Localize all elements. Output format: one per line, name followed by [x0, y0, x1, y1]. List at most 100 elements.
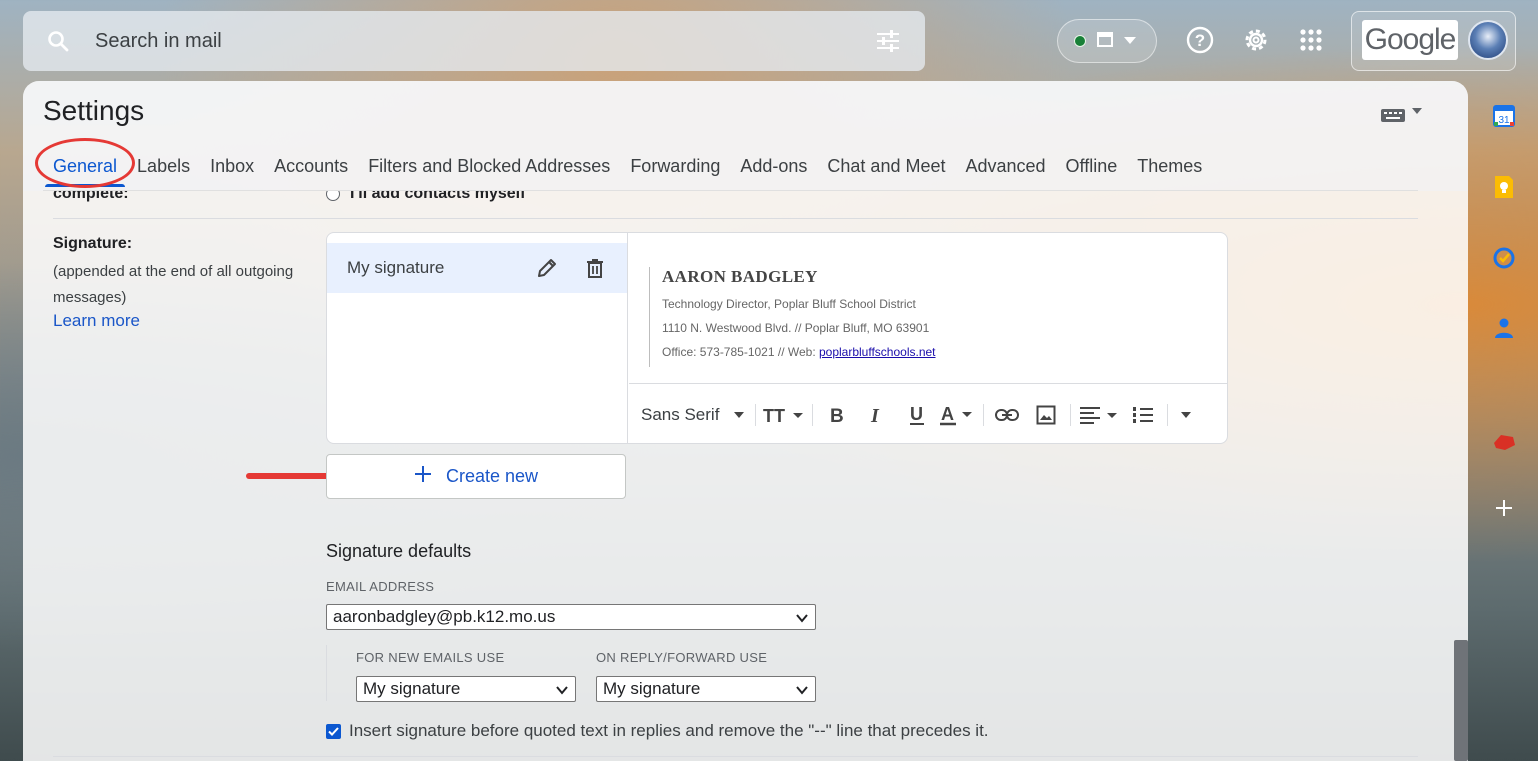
font-size-icon[interactable]: TT: [760, 399, 808, 431]
signature-contact-text: Office: 573-785-1021 // Web: poplarbluff…: [662, 345, 936, 359]
signature-content: AARON BADGLEY Technology Director, Popla…: [649, 267, 936, 367]
new-emails-value: My signature: [363, 679, 461, 698]
chevron-down-icon: [795, 682, 809, 696]
search-input[interactable]: Search in mail: [95, 30, 873, 53]
keyboard-icon[interactable]: [1380, 103, 1426, 125]
signature-editor: My signature AARON BADGLEY Technology Di…: [326, 232, 1228, 444]
tab-labels[interactable]: Labels: [127, 154, 200, 190]
pencil-icon[interactable]: [535, 256, 559, 280]
chevron-down-icon: [795, 610, 809, 624]
contacts-radio-option[interactable]: I'll add contacts myself: [326, 191, 525, 203]
signature-preview[interactable]: AARON BADGLEY Technology Director, Popla…: [629, 233, 1227, 383]
formatting-toolbar: Sans Serif TT B I U A: [629, 383, 1227, 443]
defaults-indent-bar: [326, 645, 327, 701]
more-formatting-icon[interactable]: [1172, 399, 1200, 431]
status-selector[interactable]: [1057, 19, 1157, 63]
toolbar-divider: [812, 403, 813, 426]
plus-icon: [414, 465, 432, 488]
new-emails-select[interactable]: My signature: [356, 676, 576, 702]
page-title: Settings: [43, 95, 145, 126]
signature-description: (appended at the end of all outgoing mes…: [53, 263, 294, 306]
tab-forwarding[interactable]: Forwarding: [620, 154, 730, 190]
settings-header: Settings General Labels Inbox Accounts F…: [23, 81, 1468, 191]
row-divider: [53, 218, 1418, 219]
signature-web-link[interactable]: poplarbluffschools.net: [819, 345, 936, 359]
email-address-label: EMAIL ADDRESS: [326, 579, 435, 594]
scrollbar-thumb[interactable]: [1454, 640, 1468, 761]
text-color-icon[interactable]: A: [937, 399, 979, 431]
email-address-select[interactable]: aaronbadgley@pb.k12.mo.us: [326, 604, 816, 630]
toolbar-divider: [1070, 403, 1071, 426]
tab-inbox[interactable]: Inbox: [200, 154, 264, 190]
signature-office-text: Office: 573-785-1021 // Web:: [662, 345, 819, 359]
gear-icon[interactable]: [1240, 24, 1272, 56]
svg-text:?: ?: [1195, 31, 1205, 50]
font-selector[interactable]: Sans Serif: [641, 399, 727, 431]
tab-chat-and-meet[interactable]: Chat and Meet: [817, 154, 955, 190]
insert-signature-label: Insert signature before quoted text in r…: [349, 721, 989, 740]
search-bar[interactable]: Search in mail: [23, 11, 925, 71]
svg-text:TT: TT: [763, 406, 785, 425]
tab-add-ons[interactable]: Add-ons: [730, 154, 817, 190]
signature-list-item[interactable]: My signature: [327, 243, 627, 293]
svg-text:I: I: [870, 405, 880, 425]
create-new-button[interactable]: Create new: [326, 454, 626, 499]
help-icon[interactable]: ?: [1184, 24, 1216, 56]
link-icon[interactable]: [988, 399, 1026, 431]
insert-signature-checkbox[interactable]: [326, 723, 341, 739]
search-icon[interactable]: [45, 28, 71, 54]
reply-forward-select[interactable]: My signature: [596, 676, 816, 702]
trash-icon[interactable]: [583, 256, 607, 280]
new-emails-label: FOR NEW EMAILS USE: [356, 650, 505, 665]
svg-text:31: 31: [1498, 115, 1510, 126]
reply-forward-value: My signature: [603, 679, 701, 698]
settings-panel: Settings General Labels Inbox Accounts F…: [23, 81, 1468, 761]
align-icon[interactable]: [1075, 399, 1123, 431]
svg-text:B: B: [830, 406, 844, 425]
tab-offline[interactable]: Offline: [1056, 154, 1128, 190]
tab-accounts[interactable]: Accounts: [264, 154, 358, 190]
google-logo: Google: [1362, 20, 1458, 60]
contacts-icon[interactable]: [1490, 314, 1518, 342]
radio-button[interactable]: [326, 191, 340, 201]
toolbar-divider: [983, 403, 984, 426]
chevron-down-icon: [1124, 32, 1136, 50]
underline-icon[interactable]: U: [897, 399, 937, 431]
calendar-icon[interactable]: 31: [1490, 102, 1518, 130]
tab-themes[interactable]: Themes: [1127, 154, 1212, 190]
chevron-down-icon[interactable]: [727, 399, 751, 431]
signature-defaults-title: Signature defaults: [326, 541, 472, 561]
signature-label: Signature:: [53, 235, 133, 252]
settings-tabs: General Labels Inbox Accounts Filters an…: [43, 154, 1212, 190]
apps-grid-icon[interactable]: [1295, 24, 1327, 56]
numbered-list-icon[interactable]: [1123, 399, 1163, 431]
svg-text:U: U: [910, 404, 923, 424]
add-addon-icon[interactable]: [1490, 494, 1518, 522]
search-options-icon[interactable]: [873, 26, 903, 56]
signature-list: My signature: [327, 233, 628, 443]
signature-address-text: 1110 N. Westwood Blvd. // Poplar Bluff, …: [662, 321, 930, 335]
signature-name-text: AARON BADGLEY: [662, 267, 818, 286]
bold-icon[interactable]: B: [817, 399, 857, 431]
svg-text:A: A: [941, 404, 954, 424]
tab-advanced[interactable]: Advanced: [955, 154, 1055, 190]
chevron-down-icon: [555, 682, 569, 696]
reply-forward-label: ON REPLY/FORWARD USE: [596, 650, 768, 665]
keep-icon[interactable]: [1490, 173, 1518, 201]
row-divider: [53, 756, 1418, 757]
signature-title-text: Technology Director, Poplar Bluff School…: [662, 297, 916, 311]
complete-label: complete:: [53, 191, 129, 202]
tasks-icon[interactable]: [1490, 244, 1518, 272]
calendar-status-icon: [1096, 30, 1114, 53]
email-address-value: aaronbadgley@pb.k12.mo.us: [333, 607, 556, 626]
settings-content: complete: I'll add contacts myself Signa…: [23, 191, 1468, 761]
tab-filters[interactable]: Filters and Blocked Addresses: [358, 154, 620, 190]
create-new-label: Create new: [445, 466, 539, 486]
insert-signature-option[interactable]: Insert signature before quoted text in r…: [326, 721, 989, 741]
signature-name: My signature: [347, 258, 445, 277]
image-icon[interactable]: [1026, 399, 1066, 431]
avatar[interactable]: [1468, 20, 1508, 60]
italic-icon[interactable]: I: [857, 399, 897, 431]
learn-more-link[interactable]: Learn more: [53, 311, 140, 331]
addon-icon[interactable]: [1490, 428, 1518, 456]
